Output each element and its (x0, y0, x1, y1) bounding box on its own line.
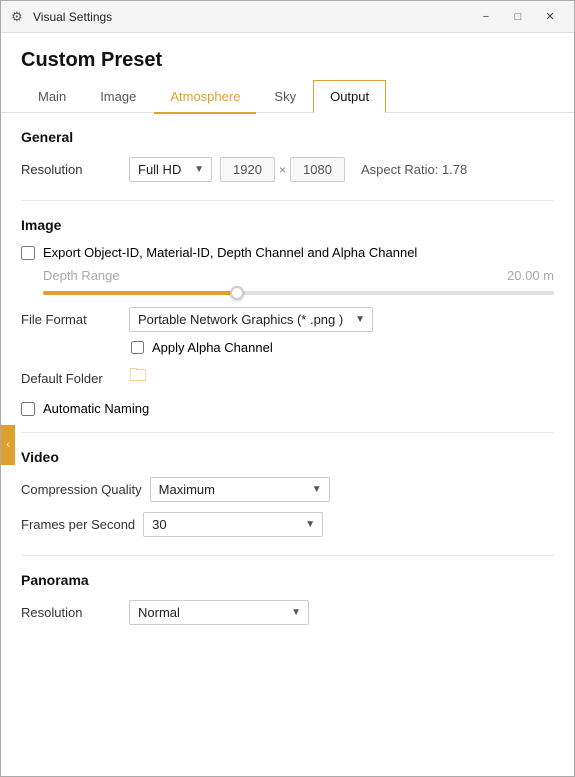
times-symbol: × (279, 163, 286, 177)
panorama-resolution-label: Resolution (21, 605, 121, 620)
depth-range-label: Depth Range (43, 268, 499, 283)
resolution-select[interactable]: Full HD 4K 720p Custom (129, 157, 212, 182)
depth-slider-thumb[interactable] (230, 286, 244, 300)
image-title: Image (21, 217, 554, 233)
export-checkbox-row: Export Object-ID, Material-ID, Depth Cha… (21, 245, 554, 260)
window-controls: − □ ✕ (472, 7, 564, 27)
video-title: Video (21, 449, 554, 465)
video-section: Video Compression Quality Maximum High M… (21, 433, 554, 556)
close-button[interactable]: ✕ (536, 7, 564, 27)
file-format-select-wrapper: Portable Network Graphics (* .png ) JPEG… (129, 307, 373, 332)
file-format-select[interactable]: Portable Network Graphics (* .png ) JPEG… (129, 307, 373, 332)
width-input[interactable] (220, 157, 275, 182)
automatic-naming-label: Automatic Naming (43, 401, 149, 416)
tab-image[interactable]: Image (83, 80, 153, 113)
depth-slider-wrapper (21, 291, 554, 295)
fps-label: Frames per Second (21, 517, 135, 532)
depth-range-row: Depth Range 20.00 m (21, 268, 554, 283)
window-title: Visual Settings (33, 10, 472, 24)
file-format-row: File Format Portable Network Graphics (*… (21, 307, 554, 332)
scrollable-content: General Resolution Full HD 4K 720p Custo… (1, 113, 574, 776)
panorama-section: Panorama Resolution Normal High Low ▼ (21, 556, 554, 643)
depth-slider-fill (43, 291, 237, 295)
resolution-label: Resolution (21, 162, 121, 177)
fps-row: Frames per Second 30 24 60 120 ▼ (21, 512, 554, 537)
panorama-resolution-select-wrapper: Normal High Low ▼ (129, 600, 309, 625)
general-title: General (21, 129, 554, 145)
tab-output[interactable]: Output (313, 80, 386, 113)
resolution-select-wrapper: Full HD 4K 720p Custom ▼ (129, 157, 212, 182)
file-format-label: File Format (21, 312, 121, 327)
depth-slider-track[interactable] (43, 291, 554, 295)
resolution-inputs: × (220, 157, 345, 182)
panorama-resolution-row: Resolution Normal High Low ▼ (21, 600, 554, 625)
resolution-row: Resolution Full HD 4K 720p Custom ▼ (21, 157, 554, 182)
compression-select[interactable]: Maximum High Medium Low (150, 477, 330, 502)
tab-bar: Main Image Atmosphere Sky Output (1, 80, 574, 113)
app-icon: ⚙ (11, 9, 27, 25)
default-folder-label: Default Folder (21, 371, 121, 386)
fps-select-wrapper: 30 24 60 120 ▼ (143, 512, 323, 537)
panorama-resolution-select[interactable]: Normal High Low (129, 600, 309, 625)
preset-title: Custom Preset (1, 33, 574, 80)
general-section: General Resolution Full HD 4K 720p Custo… (21, 113, 554, 201)
title-bar: ⚙ Visual Settings − □ ✕ (1, 1, 574, 33)
panorama-title: Panorama (21, 572, 554, 588)
export-label: Export Object-ID, Material-ID, Depth Cha… (43, 245, 417, 260)
tab-main[interactable]: Main (21, 80, 83, 113)
compression-label: Compression Quality (21, 482, 142, 497)
compression-select-wrapper: Maximum High Medium Low ▼ (150, 477, 330, 502)
automatic-naming-row: Automatic Naming (21, 401, 554, 416)
window: ⚙ Visual Settings − □ ✕ Custom Preset Ma… (0, 0, 575, 777)
apply-alpha-row: Apply Alpha Channel (21, 340, 554, 355)
minimize-button[interactable]: − (472, 7, 500, 27)
compression-row: Compression Quality Maximum High Medium … (21, 477, 554, 502)
export-checkbox[interactable] (21, 246, 35, 260)
aspect-ratio-label: Aspect Ratio: 1.78 (361, 162, 467, 177)
tab-sky[interactable]: Sky (257, 80, 313, 113)
fps-select[interactable]: 30 24 60 120 (143, 512, 323, 537)
folder-icon[interactable]: 🗀 (129, 363, 147, 393)
main-content: Custom Preset Main Image Atmosphere Sky … (1, 33, 574, 776)
image-section: Image Export Object-ID, Material-ID, Dep… (21, 201, 554, 433)
default-folder-row: Default Folder 🗀 (21, 363, 554, 393)
apply-alpha-checkbox[interactable] (131, 341, 144, 354)
maximize-button[interactable]: □ (504, 7, 532, 27)
automatic-naming-checkbox[interactable] (21, 402, 35, 416)
apply-alpha-label: Apply Alpha Channel (152, 340, 273, 355)
tab-atmosphere[interactable]: Atmosphere (153, 80, 257, 113)
depth-range-value: 20.00 m (507, 268, 554, 283)
height-input[interactable] (290, 157, 345, 182)
